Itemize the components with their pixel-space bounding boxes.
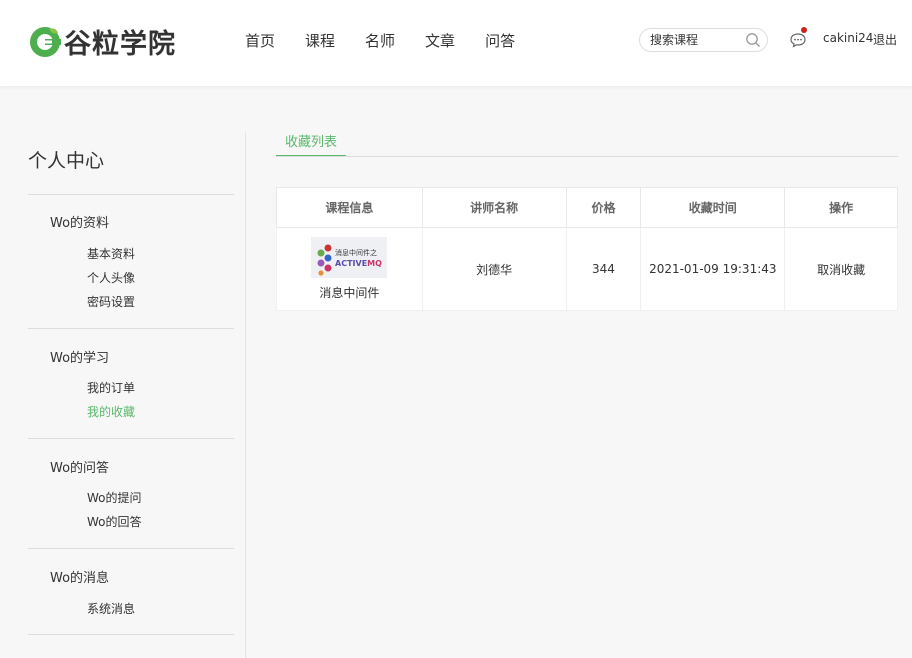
sidebar-divider [245,132,246,658]
message-icon[interactable] [789,31,807,49]
logo-text: 谷粒学院 [64,29,176,60]
cancel-favorite-button[interactable]: 取消收藏 [784,227,898,311]
sidebar-item-basic-info[interactable]: 基本资料 [87,245,135,262]
favorites-table: 课程信息 讲师名称 价格 收藏时间 操作 消息中间件之 ACTIVEMQ 消息中… [276,187,898,311]
nav-courses[interactable]: 课程 [305,30,335,51]
course-name[interactable]: 消息中间件 [277,284,422,301]
nav-home[interactable]: 首页 [245,30,275,51]
group-title-profile: Wo的资料 [50,216,110,231]
nav-teachers[interactable]: 名师 [365,30,395,51]
username[interactable]: cakini24 [823,31,873,45]
divider [28,194,234,195]
teacher-cell: 刘德华 [421,227,567,311]
logout-link[interactable]: 退出 [873,31,897,48]
nav-qa[interactable]: 问答 [485,30,515,51]
course-info-cell: 消息中间件之 ACTIVEMQ 消息中间件 [276,227,423,311]
sidebar-item-avatar[interactable]: 个人头像 [87,269,135,286]
divider [28,634,234,635]
notification-dot [801,27,807,33]
logo-icon [30,26,61,57]
course-thumbnail[interactable]: 消息中间件之 ACTIVEMQ [311,237,388,278]
search-icon[interactable] [745,32,761,48]
divider [28,548,234,549]
column-header-price: 价格 [565,187,642,228]
column-header-teacher: 讲师名称 [421,187,567,228]
thumbnail-brand: ACTIVE [335,259,367,268]
group-title-learning: Wo的学习 [50,351,110,366]
sidebar-item-system-messages[interactable]: 系统消息 [87,600,135,617]
top-header: 谷粒学院 首页 课程 名师 文章 问答 cakini24 退出 [0,0,912,86]
group-title-messages: Wo的消息 [50,571,110,586]
sidebar-item-favorites[interactable]: 我的收藏 [87,403,135,420]
column-header-action: 操作 [784,187,898,228]
sidebar-item-my-answers[interactable]: Wo的回答 [87,513,142,530]
sidebar-title: 个人中心 [28,150,105,172]
search-input[interactable] [650,32,742,48]
sidebar-item-password[interactable]: 密码设置 [87,293,135,310]
price-cell: 344 [565,227,642,311]
thumbnail-title: 消息中间件之 [335,248,377,257]
sidebar-item-my-questions[interactable]: Wo的提问 [87,489,142,506]
table-row: 消息中间件之 ACTIVEMQ 消息中间件 刘德华 344 2021-01-09… [276,227,898,311]
tab-favorites-list[interactable]: 收藏列表 [276,132,346,157]
main-nav: 首页 课程 名师 文章 问答 [245,30,545,51]
divider [28,438,234,439]
thumbnail-brand-suffix: MQ [368,259,383,268]
column-header-course: 课程信息 [276,187,423,228]
site-logo[interactable]: 谷粒学院 [28,22,176,61]
search-box [639,28,768,52]
tab-underline [276,156,898,157]
sidebar-item-orders[interactable]: 我的订单 [87,379,135,396]
table-header-row: 课程信息 讲师名称 价格 收藏时间 操作 [276,187,898,228]
column-header-time: 收藏时间 [640,187,786,228]
favorite-time-cell: 2021-01-09 19:31:43 [640,227,786,311]
nav-articles[interactable]: 文章 [425,30,455,51]
svg-text:ACTIVEMQ: ACTIVEMQ [335,259,382,268]
group-title-qa: Wo的问答 [50,461,110,476]
divider [28,328,234,329]
